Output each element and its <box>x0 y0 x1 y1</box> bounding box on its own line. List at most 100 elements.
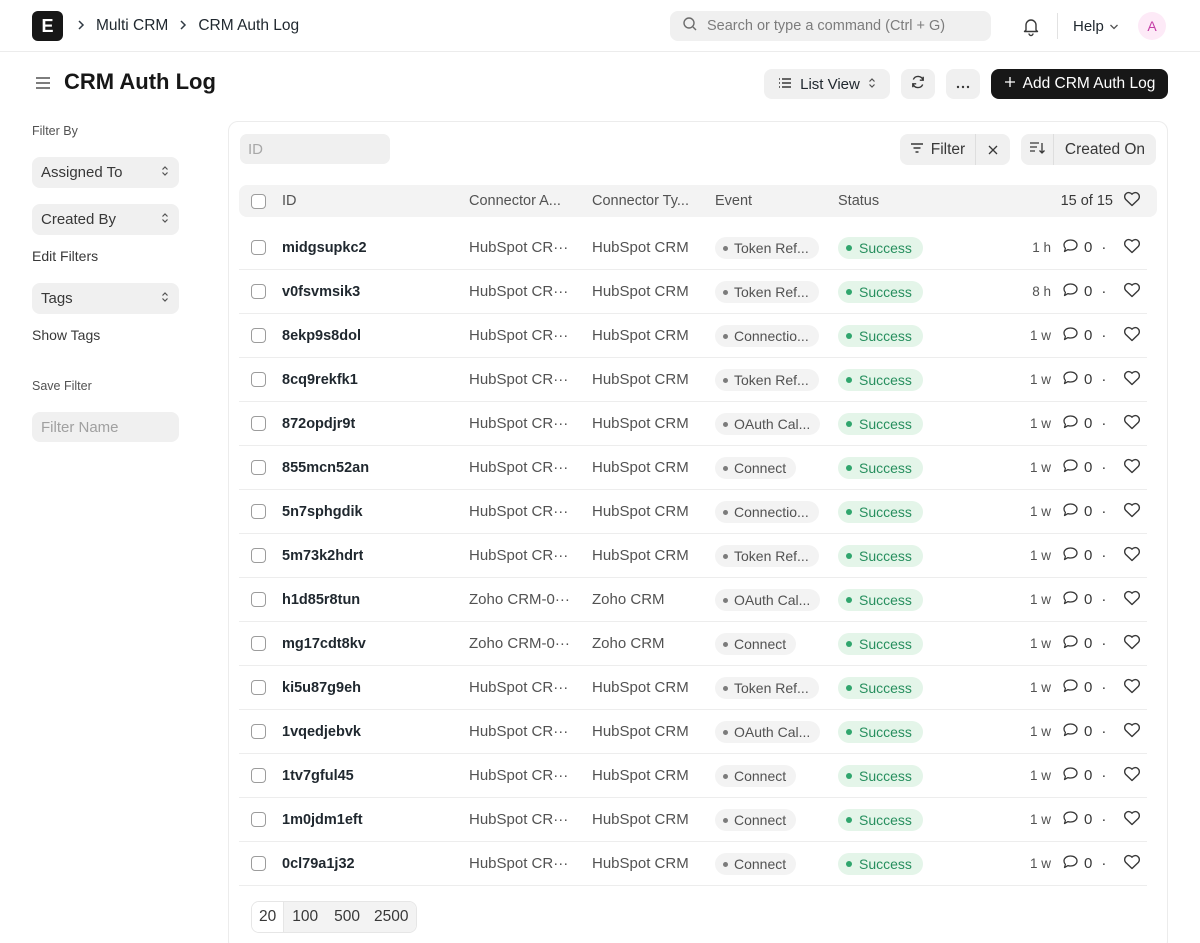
heart-icon[interactable] <box>1123 414 1141 434</box>
id-filter-input[interactable]: ID <box>240 134 390 164</box>
select-all-checkbox[interactable] <box>251 185 266 217</box>
checkbox-box[interactable] <box>251 724 266 739</box>
heart-icon[interactable] <box>1123 238 1141 258</box>
row-checkbox[interactable] <box>251 622 266 665</box>
page-length-500[interactable]: 500 <box>326 902 368 932</box>
row-id[interactable]: ki5u87g9eh <box>282 666 361 709</box>
header-connector-type[interactable]: Connector Ty... <box>592 185 689 217</box>
row-id[interactable]: 0cl79a1j32 <box>282 842 355 885</box>
row-like[interactable] <box>1123 710 1141 753</box>
table-row[interactable]: ki5u87g9eh HubSpot CR··· HubSpot CRM Token … <box>239 666 1147 710</box>
table-row[interactable]: 5n7sphgdik HubSpot CR··· HubSpot CRM Connec… <box>239 490 1147 534</box>
row-checkbox[interactable] <box>251 270 266 313</box>
header-status[interactable]: Status <box>838 185 879 217</box>
breadcrumb-item-multi-crm[interactable]: Multi CRM <box>96 17 168 35</box>
edit-filters-link[interactable]: Edit Filters <box>32 248 98 264</box>
heart-icon[interactable] <box>1123 282 1141 302</box>
row-comments[interactable]: 0 · <box>1062 270 1106 313</box>
header-id[interactable]: ID <box>282 185 297 217</box>
assigned-to-select[interactable]: Assigned To <box>32 157 179 188</box>
row-like[interactable] <box>1123 314 1141 357</box>
row-id[interactable]: 872opdjr9t <box>282 402 355 445</box>
row-checkbox[interactable] <box>251 754 266 797</box>
row-id[interactable]: 5n7sphgdik <box>282 490 363 533</box>
help-dropdown[interactable]: Help <box>1073 0 1119 52</box>
row-comments[interactable]: 0 · <box>1062 402 1106 445</box>
checkbox-box[interactable] <box>251 504 266 519</box>
row-id[interactable]: 1m0jdm1eft <box>282 798 363 841</box>
heart-icon[interactable] <box>1123 854 1141 874</box>
table-row[interactable]: 1m0jdm1eft HubSpot CR··· HubSpot CRM Connec… <box>239 798 1147 842</box>
checkbox-box[interactable] <box>251 592 266 607</box>
checkbox-box[interactable] <box>251 240 266 255</box>
page-length-20[interactable]: 20 <box>252 902 285 932</box>
checkbox-box[interactable] <box>251 812 266 827</box>
row-comments[interactable]: 0 · <box>1062 358 1106 401</box>
row-checkbox[interactable] <box>251 402 266 445</box>
heart-icon[interactable] <box>1123 634 1141 654</box>
checkbox-box[interactable] <box>251 680 266 695</box>
row-like[interactable] <box>1123 446 1141 489</box>
row-id[interactable]: 8ekp9s8dol <box>282 314 361 357</box>
table-row[interactable]: 0cl79a1j32 HubSpot CR··· HubSpot CRM Connec… <box>239 842 1147 886</box>
heart-icon[interactable] <box>1123 590 1141 610</box>
row-like[interactable] <box>1123 534 1141 577</box>
row-checkbox[interactable] <box>251 446 266 489</box>
filter-name-input[interactable]: Filter Name <box>32 412 179 442</box>
sort-direction-button[interactable] <box>1021 134 1054 165</box>
row-checkbox[interactable] <box>251 358 266 401</box>
checkbox-box[interactable] <box>251 548 266 563</box>
app-logo[interactable]: E <box>32 11 63 41</box>
row-like[interactable] <box>1123 490 1141 533</box>
heart-icon[interactable] <box>1123 191 1141 211</box>
row-comments[interactable]: 0 · <box>1062 622 1106 665</box>
header-connector-account[interactable]: Connector A... <box>469 185 561 217</box>
row-like[interactable] <box>1123 754 1141 797</box>
clear-filter-button[interactable] <box>976 134 1010 165</box>
checkbox-box[interactable] <box>251 284 266 299</box>
row-id[interactable]: mg17cdt8kv <box>282 622 366 665</box>
row-checkbox[interactable] <box>251 842 266 885</box>
checkbox-box[interactable] <box>251 856 266 871</box>
sort-field-button[interactable]: Created On <box>1054 134 1156 165</box>
row-like[interactable] <box>1123 226 1141 269</box>
row-like[interactable] <box>1123 666 1141 709</box>
heart-icon[interactable] <box>1123 326 1141 346</box>
refresh-button[interactable] <box>901 69 935 99</box>
tags-select[interactable]: Tags <box>32 283 179 314</box>
row-checkbox[interactable] <box>251 534 266 577</box>
table-row[interactable]: 855mcn52an HubSpot CR··· HubSpot CRM Connec… <box>239 446 1147 490</box>
table-row[interactable]: 1vqedjebvk HubSpot CR··· HubSpot CRM OAuth … <box>239 710 1147 754</box>
breadcrumb-item-crm-auth-log[interactable]: CRM Auth Log <box>198 17 299 35</box>
row-like[interactable] <box>1123 578 1141 621</box>
heart-icon[interactable] <box>1123 458 1141 478</box>
row-comments[interactable]: 0 · <box>1062 578 1106 621</box>
row-checkbox[interactable] <box>251 490 266 533</box>
heart-icon[interactable] <box>1123 766 1141 786</box>
row-id[interactable]: 8cq9rekfk1 <box>282 358 358 401</box>
row-comments[interactable]: 0 · <box>1062 710 1106 753</box>
list-view-button[interactable]: List View <box>764 69 890 99</box>
heart-icon[interactable] <box>1123 546 1141 566</box>
row-id[interactable]: h1d85r8tun <box>282 578 360 621</box>
row-comments[interactable]: 0 · <box>1062 446 1106 489</box>
row-id[interactable]: 5m73k2hdrt <box>282 534 363 577</box>
table-row[interactable]: 8ekp9s8dol HubSpot CR··· HubSpot CRM Connec… <box>239 314 1147 358</box>
row-id[interactable]: 855mcn52an <box>282 446 369 489</box>
table-row[interactable]: 872opdjr9t HubSpot CR··· HubSpot CRM OAuth … <box>239 402 1147 446</box>
created-by-select[interactable]: Created By <box>32 204 179 235</box>
table-row[interactable]: v0fsvmsik3 HubSpot CR··· HubSpot CRM Token … <box>239 270 1147 314</box>
heart-icon[interactable] <box>1123 370 1141 390</box>
table-row[interactable]: h1d85r8tun Zoho CRM-0··· Zoho CRM OAuth Cal… <box>239 578 1147 622</box>
checkbox-box[interactable] <box>251 328 266 343</box>
filter-button[interactable]: Filter <box>900 134 976 165</box>
row-like[interactable] <box>1123 842 1141 885</box>
page-length-2500[interactable]: 2500 <box>368 902 416 932</box>
table-row[interactable]: mg17cdt8kv Zoho CRM-0··· Zoho CRM Connect Su… <box>239 622 1147 666</box>
row-comments[interactable]: 0 · <box>1062 842 1106 885</box>
table-row[interactable]: 5m73k2hdrt HubSpot CR··· HubSpot CRM Token … <box>239 534 1147 578</box>
table-row[interactable]: 1tv7gful45 HubSpot CR··· HubSpot CRM Connec… <box>239 754 1147 798</box>
row-like[interactable] <box>1123 622 1141 665</box>
row-comments[interactable]: 0 · <box>1062 666 1106 709</box>
row-checkbox[interactable] <box>251 578 266 621</box>
